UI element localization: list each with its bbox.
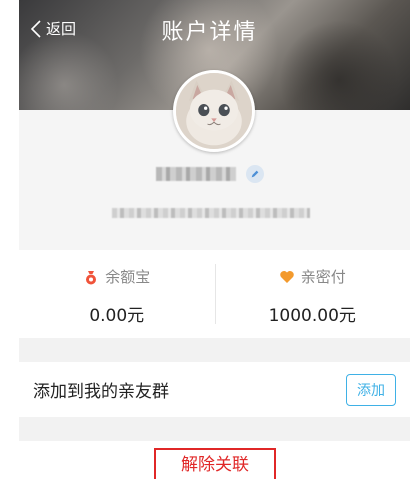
edit-icon[interactable] bbox=[245, 165, 264, 183]
redacted-name bbox=[155, 167, 236, 181]
avatar[interactable] bbox=[173, 70, 255, 152]
stat-yuebao[interactable]: 余额宝 0.00元 bbox=[19, 250, 215, 338]
redacted-account bbox=[112, 208, 310, 218]
add-to-group-row: 添加到我的亲友群 添加 bbox=[19, 362, 410, 417]
add-button[interactable]: 添加 bbox=[346, 373, 396, 406]
section-divider bbox=[19, 338, 410, 362]
cat-avatar-icon bbox=[176, 73, 252, 149]
stat-label: 亲密付 bbox=[300, 268, 346, 286]
stat-value: 1000.00元 bbox=[268, 306, 356, 326]
group-label: 添加到我的亲友群 bbox=[33, 382, 169, 402]
profile-name-row bbox=[0, 165, 419, 183]
unlink-button[interactable]: 解除关联 bbox=[154, 448, 276, 479]
moneybag-icon bbox=[86, 270, 97, 284]
stat-value: 0.00元 bbox=[89, 306, 145, 326]
stats-panel: 余额宝 0.00元 亲密付 1000.00元 bbox=[19, 250, 410, 338]
section-divider bbox=[19, 417, 410, 441]
stat-label: 余额宝 bbox=[105, 268, 151, 286]
stat-qinmifu[interactable]: 亲密付 1000.00元 bbox=[214, 250, 411, 338]
heart-icon bbox=[279, 270, 294, 283]
page-title: 账户详情 bbox=[161, 20, 258, 45]
